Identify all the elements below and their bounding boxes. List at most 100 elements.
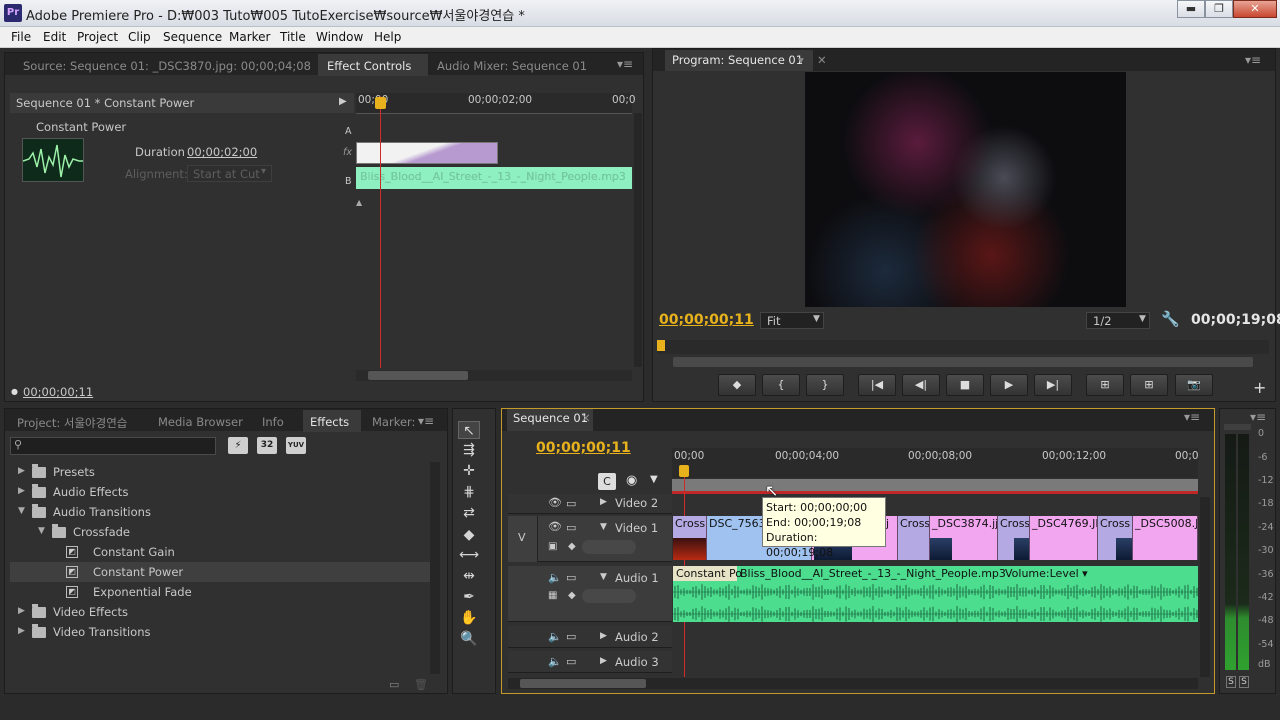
fit-dropdown[interactable]: Fit ▼ [760,312,824,329]
audio-sync-icon[interactable]: ▭ [566,630,576,643]
tree-item-exponential-fade[interactable]: ◩ Exponential Fade [10,582,430,602]
accelerated-effects-icon[interactable]: ⚡ [228,437,248,454]
play-button[interactable]: ▶ [990,374,1028,396]
razor-tool-icon[interactable]: ◆ [458,526,480,544]
menu-project[interactable]: Project [77,30,118,44]
video-transition-clip[interactable]: Cross [1098,516,1133,560]
keyframe-icon[interactable]: ◆ [568,541,576,552]
ec-clip-b[interactable]: Bliss_Blood__Al_Street_-_13_-_Night_Peop… [356,167,632,189]
eye-icon[interactable]: 👁 [548,496,562,509]
video-clip[interactable]: _DSC4769.JI [1030,516,1098,560]
rolling-edit-tool-icon[interactable]: ⋕ [458,483,480,501]
tree-item-video-transitions[interactable]: ▶ Video Transitions [10,622,430,642]
program-video-frame[interactable] [805,72,1126,307]
audio-transition-block[interactable]: Constant Po [673,566,742,581]
stop-button[interactable]: ■ [946,374,984,396]
track-select-tool-icon[interactable]: ⇶ [458,441,480,459]
tab-media-browser[interactable]: Media Browser [158,415,243,429]
program-time-ruler[interactable] [657,340,1269,354]
go-to-in-button[interactable]: |◀ [858,374,896,396]
tab-effects[interactable]: Effects [310,415,349,429]
tree-item-audio-transitions[interactable]: ▼ Audio Transitions [10,502,430,522]
ec-current-time[interactable]: 00;00;00;11 [23,385,93,399]
solo-right-button[interactable]: S [1239,676,1249,688]
close-button[interactable]: ✕ [1233,0,1277,18]
volume-level-dropdown[interactable]: Volume:Level ▾ [1005,567,1088,580]
tab-info[interactable]: Info [262,415,284,429]
menu-file[interactable]: File [11,30,31,44]
button-editor-add[interactable]: + [1253,378,1266,397]
waveform-display-icon[interactable]: ▦ [548,590,557,601]
tab-project[interactable]: Project: 서울야경연습 [17,415,127,431]
video-transition-clip[interactable]: Cross [998,516,1030,560]
tree-item-crossfade[interactable]: ▼ Crossfade [10,522,430,542]
audio-sync-icon[interactable]: ▭ [566,655,576,668]
speaker-icon[interactable]: 🔈 [548,571,562,584]
timeline-playhead-handle[interactable] [679,465,689,477]
32bit-effects-button[interactable]: 32 [257,437,277,454]
ec-hscroll[interactable] [356,370,632,381]
timeline-hscroll[interactable] [508,678,1198,689]
solo-left-button[interactable]: S [1226,676,1236,688]
ec-vscroll[interactable] [634,113,642,367]
tab-source[interactable]: Source: Sequence 01: _DSC3870.jpg: 00;00… [23,59,311,73]
keyframe-nav[interactable] [582,540,636,554]
slip-tool-icon[interactable]: ⟷ [458,546,480,564]
expand-icon[interactable]: ▶ [18,606,25,616]
effects-panel-menu-icon[interactable]: ▾≡ [418,414,434,428]
minimize-button[interactable]: ▬ [1177,0,1205,18]
program-zoom-scroll[interactable] [673,357,1253,367]
tab-sequence-01[interactable]: Sequence 01 [513,411,588,425]
go-to-out-button[interactable]: ▶| [1034,374,1072,396]
tree-item-presets[interactable]: ▶ Presets [10,462,430,482]
program-timecode[interactable]: 00;00;00;11 [659,312,754,328]
tree-item-constant-gain[interactable]: ◩ Constant Gain [10,542,430,562]
expand-video-2-icon[interactable]: ▶ [600,497,607,507]
resolution-dropdown[interactable]: 1/2 ▼ [1086,312,1150,329]
expand-icon[interactable]: ▶ [18,626,25,636]
program-tab-dropdown-icon[interactable]: ▾ [798,53,804,67]
expand-audio-2-icon[interactable]: ▶ [600,631,607,641]
audio-sync-icon[interactable]: ▭ [566,571,576,584]
collapse-audio-1-icon[interactable]: ▼ [600,572,607,582]
keyframe-nav[interactable] [582,589,636,603]
expand-icon[interactable]: ▶ [18,466,25,476]
collapse-icon[interactable]: ▼ [38,526,45,536]
effects-search-input[interactable] [27,439,213,453]
menu-marker[interactable]: Marker [229,30,270,44]
collapse-icon[interactable]: ▼ [18,506,25,516]
video-clip[interactable]: _DSC5008.JI [1133,516,1198,560]
timeline-vscroll[interactable] [1200,497,1210,677]
transition-block[interactable] [356,142,498,164]
add-marker-button[interactable]: ◆ [718,374,756,396]
export-frame-button[interactable]: 📷 [1175,374,1213,396]
film-icon[interactable]: ▭ [566,521,576,534]
film-icon[interactable]: ▭ [566,497,576,510]
menu-edit[interactable]: Edit [43,30,66,44]
tab-effect-controls[interactable]: Effect Controls [327,59,411,73]
maximize-button[interactable]: ❐ [1205,0,1233,18]
collapse-video-1-icon[interactable]: ▼ [600,522,607,532]
ripple-edit-tool-icon[interactable]: ✛ [458,462,480,480]
timeline-panel-menu-icon[interactable]: ▾≡ [1184,410,1200,424]
effects-search-field[interactable]: ⚲ [10,437,216,455]
ec-playhead-handle[interactable] [375,97,386,109]
pen-tool-icon[interactable]: ✒ [458,588,480,606]
speaker-icon[interactable]: 🔈 [548,655,562,668]
tree-item-audio-effects[interactable]: ▶ Audio Effects [10,482,430,502]
video-clip[interactable]: _DSC3874.jj [930,516,998,560]
selection-tool-icon[interactable]: ↖ [458,421,480,439]
work-area-bar[interactable] [672,479,1198,491]
keyframe-icon[interactable]: ◆ [568,590,576,601]
new-bin-icon[interactable]: ▭ [389,678,399,691]
menu-sequence[interactable]: Sequence [163,30,222,44]
program-panel-menu-icon[interactable]: ▾≡ [1245,53,1261,67]
yuv-effects-button[interactable]: YUV [286,437,306,454]
video-transition-clip[interactable]: Cross [673,516,707,560]
speaker-icon[interactable]: 🔈 [548,630,562,643]
menu-title[interactable]: Title [280,30,306,44]
duration-value[interactable]: 00;00;02;00 [187,145,257,159]
meter-panel-menu-icon[interactable]: ▾≡ [1250,410,1266,424]
panel-menu-icon[interactable]: ▾≡ [617,57,633,71]
tree-item-video-effects[interactable]: ▶ Video Effects [10,602,430,622]
